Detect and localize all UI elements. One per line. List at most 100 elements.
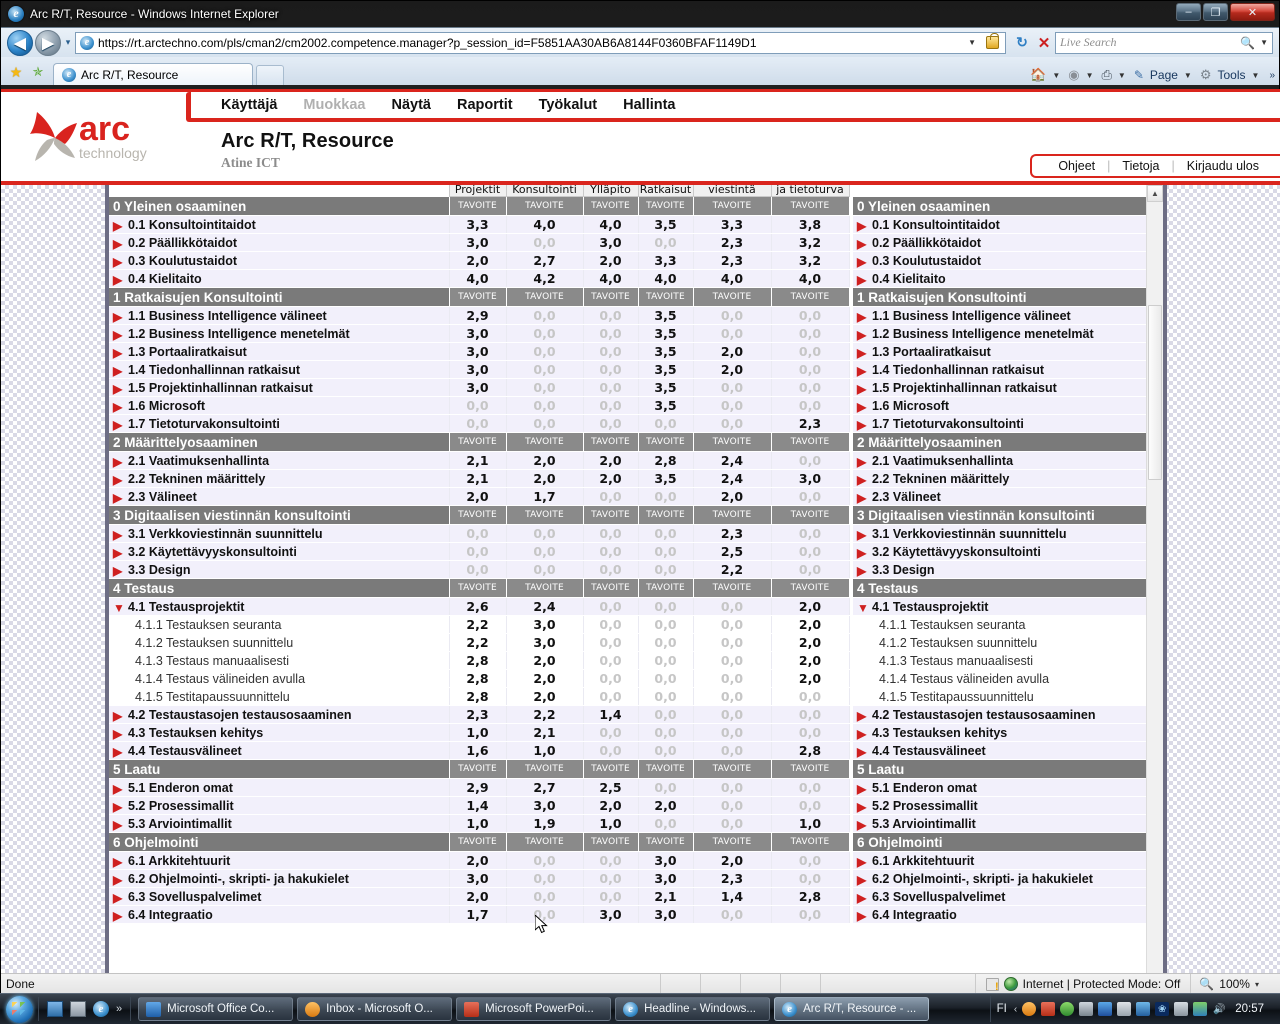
menu-item-4[interactable]: Työkalut bbox=[539, 97, 598, 113]
table-row[interactable]: 4.1.5 Testitapaussuunnittelu 2,8 2,0 0,0 0,0… bbox=[109, 687, 1163, 706]
value-cell-0[interactable]: 2,9 bbox=[448, 778, 507, 797]
value-cell-4[interactable]: 2,3 bbox=[692, 233, 772, 252]
value-cell-5[interactable]: 2,0 bbox=[770, 615, 850, 634]
display-tray-icon[interactable] bbox=[1136, 1002, 1151, 1016]
table-row[interactable]: ▶ 0.4 Kielitaito 4,0 4,2 4,0 4,0 4,0 4,0 ▶ 0.4 Ki… bbox=[109, 269, 1163, 288]
value-cell-3[interactable]: 3,5 bbox=[637, 342, 694, 361]
table-row[interactable]: ▶ 6.3 Sovelluspalvelimet 2,0 0,0 0,0 2,1 1,4 2,… bbox=[109, 887, 1163, 906]
value-cell-0[interactable]: 2,2 bbox=[448, 633, 507, 652]
value-cell-2[interactable]: 2,5 bbox=[582, 778, 639, 797]
section-header-row[interactable]: 5 Laatu TAVOITE TAVOITE TAVOITE TAVOITE TAVOI… bbox=[109, 759, 1163, 779]
value-cell-0[interactable]: 2,0 bbox=[448, 851, 507, 870]
value-cell-0[interactable]: 2,0 bbox=[448, 487, 507, 506]
triangle-right-icon[interactable]: ▶ bbox=[113, 474, 128, 486]
value-cell-3[interactable]: 4,0 bbox=[637, 269, 694, 288]
sync-tray-icon[interactable] bbox=[1079, 1002, 1094, 1016]
menu-item-0[interactable]: Käyttäjä bbox=[221, 97, 277, 113]
value-cell-3[interactable]: 0,0 bbox=[637, 560, 694, 579]
table-row[interactable]: ▶ 2.2 Tekninen määrittely 2,1 2,0 2,0 3,5 2,4 3… bbox=[109, 469, 1163, 488]
search-box[interactable]: Live Search 🔍 ▼ bbox=[1055, 31, 1273, 54]
value-cell-2[interactable]: 0,0 bbox=[582, 342, 639, 361]
table-row[interactable]: ▶ 5.2 Prosessimallit 1,4 3,0 2,0 2,0 0,0 0,0 ▶ 5.… bbox=[109, 796, 1163, 815]
triangle-right-icon[interactable]: ▶ bbox=[113, 728, 128, 740]
value-cell-2[interactable]: 0,0 bbox=[582, 651, 639, 670]
value-cell-1[interactable]: 0,0 bbox=[505, 378, 584, 397]
section-header-row[interactable]: 4 Testaus TAVOITE TAVOITE TAVOITE TAVOITE TAV… bbox=[109, 578, 1163, 598]
search-input[interactable]: Live Search bbox=[1060, 35, 1240, 50]
value-cell-2[interactable]: 1,0 bbox=[582, 814, 639, 833]
value-cell-3[interactable]: 3,0 bbox=[637, 905, 694, 924]
table-row[interactable]: ▶ 5.1 Enderon omat 2,9 2,7 2,5 0,0 0,0 0,0 ▶ 5.1 … bbox=[109, 778, 1163, 797]
value-cell-4[interactable]: 0,0 bbox=[692, 378, 772, 397]
table-row[interactable]: ▶ 0.2 Päällikkötaidot 3,0 0,0 3,0 0,0 2,3 3,2 ▶ 0… bbox=[109, 233, 1163, 252]
value-cell-0[interactable]: 2,0 bbox=[448, 887, 507, 906]
value-cell-4[interactable]: 0,0 bbox=[692, 414, 772, 433]
minimize-button[interactable]: – bbox=[1176, 3, 1201, 21]
volume-tray-icon[interactable]: 🔊 bbox=[1212, 1002, 1226, 1016]
value-cell-1[interactable]: 4,0 bbox=[505, 215, 584, 234]
value-cell-1[interactable]: 0,0 bbox=[505, 233, 584, 252]
value-cell-3[interactable]: 3,5 bbox=[637, 360, 694, 379]
table-row[interactable]: ▶ 5.3 Arviointimallit 1,0 1,9 1,0 0,0 0,0 1,0 ▶ 5… bbox=[109, 814, 1163, 833]
value-cell-4[interactable]: 2,2 bbox=[692, 560, 772, 579]
filter-tray-icon[interactable] bbox=[1098, 1002, 1113, 1016]
value-cell-4[interactable]: 0,0 bbox=[692, 741, 772, 760]
triangle-right-icon[interactable]: ▶ bbox=[857, 238, 872, 250]
value-cell-0[interactable]: 2,1 bbox=[448, 469, 507, 488]
value-cell-3[interactable]: 3,5 bbox=[637, 396, 694, 415]
menu-item-3[interactable]: Raportit bbox=[457, 97, 513, 113]
triangle-right-icon[interactable]: ▶ bbox=[113, 910, 128, 922]
triangle-right-icon[interactable]: ▶ bbox=[857, 874, 872, 886]
value-cell-0[interactable]: 3,0 bbox=[448, 233, 507, 252]
value-cell-5[interactable]: 0,0 bbox=[770, 851, 850, 870]
value-cell-5[interactable]: 0,0 bbox=[770, 796, 850, 815]
value-cell-3[interactable]: 3,5 bbox=[637, 469, 694, 488]
value-cell-4[interactable]: 0,0 bbox=[692, 633, 772, 652]
value-cell-0[interactable]: 2,6 bbox=[448, 597, 507, 616]
header-link-0[interactable]: Ohjeet bbox=[1046, 159, 1107, 173]
value-cell-1[interactable]: 0,0 bbox=[505, 396, 584, 415]
value-cell-0[interactable]: 0,0 bbox=[448, 524, 507, 543]
value-cell-3[interactable]: 3,3 bbox=[637, 251, 694, 270]
value-cell-3[interactable]: 0,0 bbox=[637, 814, 694, 833]
value-cell-2[interactable]: 0,0 bbox=[582, 669, 639, 688]
value-cell-4[interactable]: 4,0 bbox=[692, 269, 772, 288]
value-cell-1[interactable]: 0,0 bbox=[505, 542, 584, 561]
toolbar-overflow-icon[interactable]: » bbox=[1265, 70, 1275, 81]
language-indicator[interactable]: FI bbox=[997, 1003, 1009, 1015]
taskbar-button-3[interactable]: e Headline - Windows... bbox=[615, 997, 771, 1021]
value-cell-3[interactable]: 0,0 bbox=[637, 597, 694, 616]
value-cell-2[interactable]: 0,0 bbox=[582, 324, 639, 343]
maximize-button[interactable]: ❐ bbox=[1203, 3, 1228, 21]
triangle-down-icon[interactable]: ▼ bbox=[857, 602, 872, 614]
triangle-right-icon[interactable]: ▶ bbox=[857, 710, 872, 722]
value-cell-4[interactable]: 2,3 bbox=[692, 524, 772, 543]
value-cell-1[interactable]: 0,0 bbox=[505, 360, 584, 379]
triangle-right-icon[interactable]: ▶ bbox=[857, 565, 872, 577]
switch-windows-icon[interactable] bbox=[70, 1001, 86, 1017]
value-cell-4[interactable]: 0,0 bbox=[692, 796, 772, 815]
triangle-right-icon[interactable]: ▶ bbox=[857, 492, 872, 504]
value-cell-0[interactable]: 1,4 bbox=[448, 796, 507, 815]
value-cell-5[interactable]: 0,0 bbox=[770, 306, 850, 325]
value-cell-3[interactable]: 0,0 bbox=[637, 778, 694, 797]
gear-icon[interactable]: ⚙ bbox=[1198, 67, 1214, 83]
value-cell-1[interactable]: 2,0 bbox=[505, 669, 584, 688]
value-cell-1[interactable]: 2,0 bbox=[505, 469, 584, 488]
triangle-right-icon[interactable]: ▶ bbox=[857, 329, 872, 341]
value-cell-3[interactable]: 0,0 bbox=[637, 741, 694, 760]
internet-explorer-quicklaunch-icon[interactable]: e bbox=[93, 1001, 109, 1017]
value-cell-5[interactable]: 3,2 bbox=[770, 251, 850, 270]
home-chevron-down-icon[interactable]: ▼ bbox=[1050, 71, 1064, 80]
value-cell-4[interactable]: 0,0 bbox=[692, 687, 772, 706]
value-cell-1[interactable]: 0,0 bbox=[505, 869, 584, 888]
value-cell-4[interactable]: 0,0 bbox=[692, 306, 772, 325]
start-button[interactable] bbox=[0, 994, 38, 1024]
value-cell-3[interactable]: 0,0 bbox=[637, 233, 694, 252]
table-row[interactable]: ▶ 0.1 Konsultointitaidot 3,3 4,0 4,0 3,5 3,3 3,… bbox=[109, 215, 1163, 234]
bluetooth-tray-icon[interactable]: ❀ bbox=[1155, 1002, 1170, 1016]
table-row[interactable]: ▶ 1.3 Portaaliratkaisut 3,0 0,0 0,0 3,5 2,0 0,0… bbox=[109, 342, 1163, 361]
value-cell-1[interactable]: 1,0 bbox=[505, 741, 584, 760]
taskbar-button-4[interactable]: e Arc R/T, Resource - ... bbox=[774, 997, 930, 1021]
table-row[interactable]: 4.1.4 Testaus välineiden avulla 2,8 2,0 0,0… bbox=[109, 669, 1163, 688]
